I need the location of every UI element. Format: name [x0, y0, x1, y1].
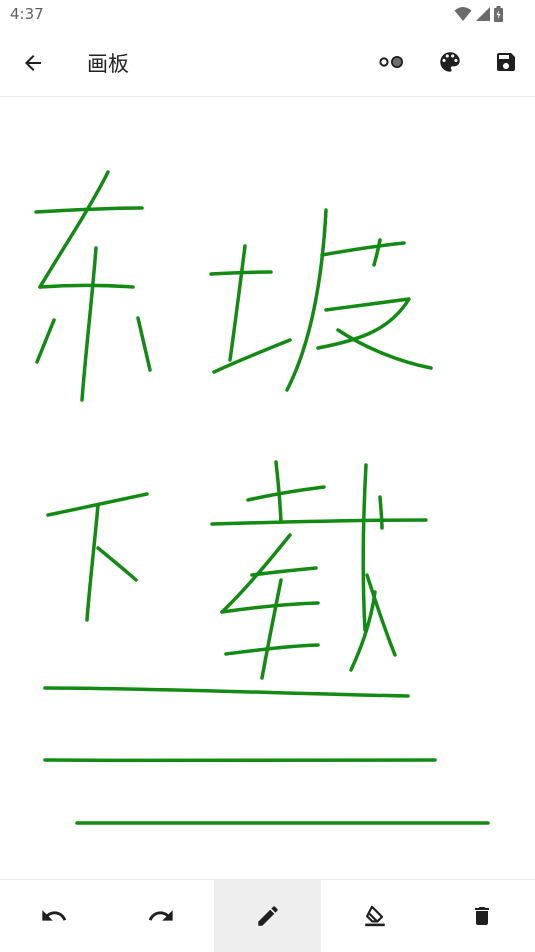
stroke	[85, 503, 100, 622]
page-title: 画板	[87, 52, 129, 76]
save-icon	[497, 53, 515, 71]
stroke	[38, 170, 110, 289]
stroke	[224, 643, 320, 656]
stroke	[336, 328, 433, 370]
stroke	[96, 546, 138, 582]
palette-icon	[440, 52, 460, 72]
stroke	[80, 246, 98, 402]
bottom-toolbar	[0, 879, 535, 952]
stroke	[75, 820, 490, 825]
stroke	[260, 578, 283, 680]
status-time: 4:37	[10, 5, 44, 23]
stroke	[361, 463, 368, 632]
stroke	[372, 238, 382, 267]
clear-canvas-button[interactable]	[428, 880, 535, 952]
stroke	[246, 485, 326, 502]
pencil-icon	[257, 906, 278, 926]
redo-button[interactable]	[107, 880, 214, 952]
stroke	[212, 338, 292, 374]
stroke	[320, 241, 406, 257]
status-bar: 4:37	[0, 0, 535, 30]
stroke	[38, 283, 135, 289]
stroke	[378, 495, 384, 530]
stroke	[316, 297, 411, 350]
stroke	[228, 244, 247, 362]
undo-button[interactable]	[0, 880, 107, 952]
back-button[interactable]	[16, 46, 50, 80]
stroke	[285, 208, 328, 392]
color-picker-button[interactable]	[432, 44, 468, 80]
stroke	[136, 316, 152, 372]
stroke	[274, 460, 283, 524]
cellular-signal-icon	[476, 7, 490, 21]
stroke	[43, 686, 410, 698]
stroke-size-icon	[379, 56, 403, 68]
app-bar: 画板	[0, 30, 535, 97]
eraser-tool-button[interactable]	[321, 880, 428, 952]
redo-icon	[148, 910, 173, 921]
stroke	[220, 601, 320, 614]
battery-icon	[494, 6, 503, 22]
pen-tool-button[interactable]	[214, 880, 321, 952]
stroke	[43, 758, 437, 763]
stroke	[210, 518, 428, 526]
trash-icon	[474, 907, 489, 925]
arrow-back-icon	[25, 55, 41, 71]
stroke-width-button[interactable]	[374, 44, 410, 80]
undo-icon	[41, 910, 66, 921]
eraser-icon	[364, 905, 385, 927]
status-icons	[454, 6, 503, 22]
save-button[interactable]	[488, 44, 524, 80]
wifi-icon	[454, 7, 472, 21]
drawing-canvas[interactable]	[0, 97, 535, 879]
stroke	[35, 318, 56, 364]
